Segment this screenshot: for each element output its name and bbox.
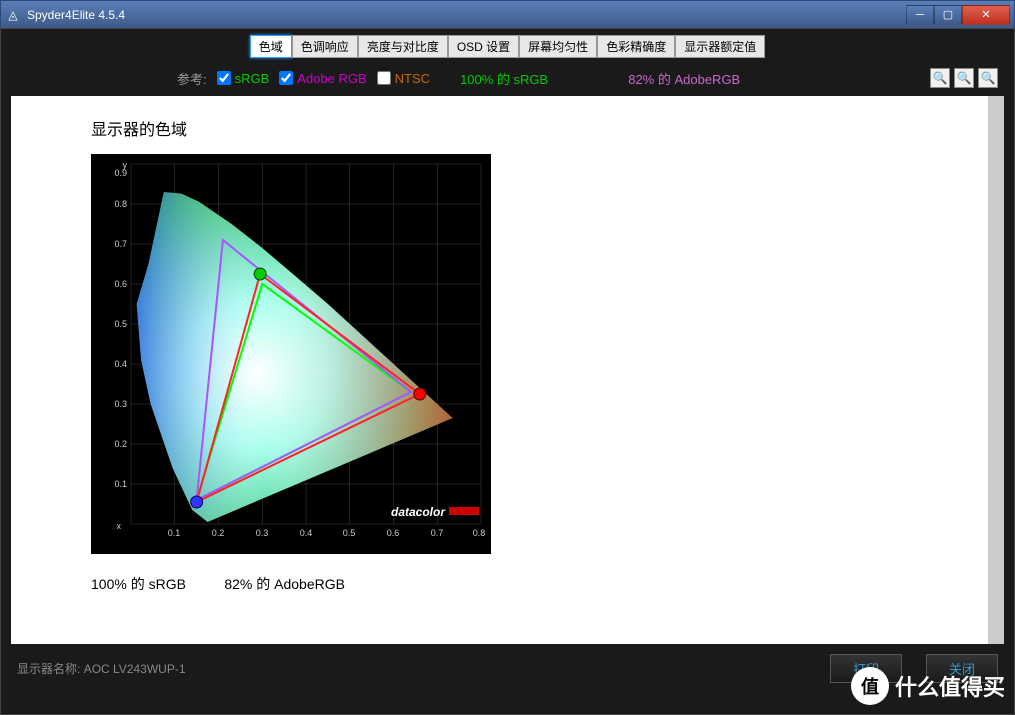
app-icon: ◬ xyxy=(5,7,21,23)
close-button[interactable]: ✕ xyxy=(962,5,1010,25)
monitor-name: AOC LV243WUP-1 xyxy=(84,662,186,676)
svg-text:0.2: 0.2 xyxy=(114,439,127,449)
monitor-info: 显示器名称: AOC LV243WUP-1 xyxy=(17,660,186,677)
stat1: 100% 的 sRGB xyxy=(91,576,186,592)
svg-text:0.8: 0.8 xyxy=(114,199,127,209)
stat-srgb: 100% 的 sRGB xyxy=(460,69,548,88)
tab-accuracy[interactable]: 色彩精确度 xyxy=(597,35,675,58)
tab-uniformity[interactable]: 屏幕均匀性 xyxy=(519,35,597,58)
checkbox-srgb-input[interactable] xyxy=(217,71,231,85)
svg-text:0.8: 0.8 xyxy=(473,528,486,538)
checkbox-adobe[interactable]: Adobe RGB xyxy=(279,71,366,86)
scrollbar[interactable] xyxy=(988,96,1004,644)
svg-text:0.4: 0.4 xyxy=(300,528,313,538)
checkbox-srgb[interactable]: sRGB xyxy=(217,71,270,86)
svg-text:0.1: 0.1 xyxy=(114,479,127,489)
watermark-icon: 值 xyxy=(851,667,889,705)
tab-gamut[interactable]: 色域 xyxy=(250,35,292,58)
monitor-label: 显示器名称: xyxy=(17,662,80,676)
brand-label: datacolor xyxy=(391,505,446,519)
titlebar: ◬ Spyder4Elite 4.5.4 ─ ▢ ✕ xyxy=(0,0,1015,28)
label-srgb: sRGB xyxy=(235,71,270,86)
svg-text:0.6: 0.6 xyxy=(114,279,127,289)
app-frame: 色域 色调响应 亮度与对比度 OSD 设置 屏幕均匀性 色彩精确度 显示器额定值… xyxy=(0,28,1015,715)
label-ntsc: NTSC xyxy=(395,71,430,86)
svg-text:0.6: 0.6 xyxy=(387,528,400,538)
reference-row: 参考: sRGB Adobe RGB NTSC 100% 的 sRGB 82% … xyxy=(7,64,1008,92)
watermark-text: 什么值得买 xyxy=(895,670,1005,702)
minimize-button[interactable]: ─ xyxy=(906,5,934,25)
reference-label: 参考: xyxy=(177,69,207,88)
tab-brightness[interactable]: 亮度与对比度 xyxy=(358,35,448,58)
window-buttons: ─ ▢ ✕ xyxy=(906,5,1010,25)
svg-text:0.3: 0.3 xyxy=(114,399,127,409)
svg-text:0.4: 0.4 xyxy=(114,359,127,369)
svg-text:0.7: 0.7 xyxy=(431,528,444,538)
tab-rating[interactable]: 显示器额定值 xyxy=(675,35,765,58)
checkbox-ntsc-input[interactable] xyxy=(377,71,391,85)
tab-bar: 色域 色调响应 亮度与对比度 OSD 设置 屏幕均匀性 色彩精确度 显示器额定值 xyxy=(7,35,1008,58)
svg-text:0.9: 0.9 xyxy=(114,168,127,178)
watermark: 值 什么值得买 xyxy=(851,667,1005,705)
svg-text:0.3: 0.3 xyxy=(256,528,269,538)
stat2: 82% 的 AdobeRGB xyxy=(224,576,345,592)
label-adobe: Adobe RGB xyxy=(297,71,366,86)
svg-text:0.5: 0.5 xyxy=(114,319,127,329)
svg-text:0.5: 0.5 xyxy=(343,528,356,538)
maximize-button[interactable]: ▢ xyxy=(934,5,962,25)
tab-tone[interactable]: 色调响应 xyxy=(292,35,358,58)
gamut-chart: x 0.1 0.2 0.3 0.4 0.5 0.6 0.7 0.8 y 0.1 … xyxy=(91,154,491,554)
chart-stats: 100% 的 sRGB 82% 的 AdobeRGB xyxy=(91,574,924,594)
tab-osd[interactable]: OSD 设置 xyxy=(448,35,519,58)
svg-text:0.2: 0.2 xyxy=(212,528,225,538)
checkbox-ntsc[interactable]: NTSC xyxy=(377,71,430,86)
content-panel: 显示器的色域 xyxy=(11,96,1004,644)
content-heading: 显示器的色域 xyxy=(91,116,924,140)
zoom-reset-icon[interactable]: 🔍 xyxy=(978,68,998,88)
window-title: Spyder4Elite 4.5.4 xyxy=(27,8,906,22)
svg-text:0.1: 0.1 xyxy=(168,528,181,538)
stat-adobe: 82% 的 AdobeRGB xyxy=(628,69,740,88)
svg-text:0.7: 0.7 xyxy=(114,239,127,249)
zoom-out-icon[interactable]: 🔍 xyxy=(954,68,974,88)
checkbox-adobe-input[interactable] xyxy=(279,71,293,85)
svg-text:x: x xyxy=(117,521,122,531)
zoom-in-icon[interactable]: 🔍 xyxy=(930,68,950,88)
